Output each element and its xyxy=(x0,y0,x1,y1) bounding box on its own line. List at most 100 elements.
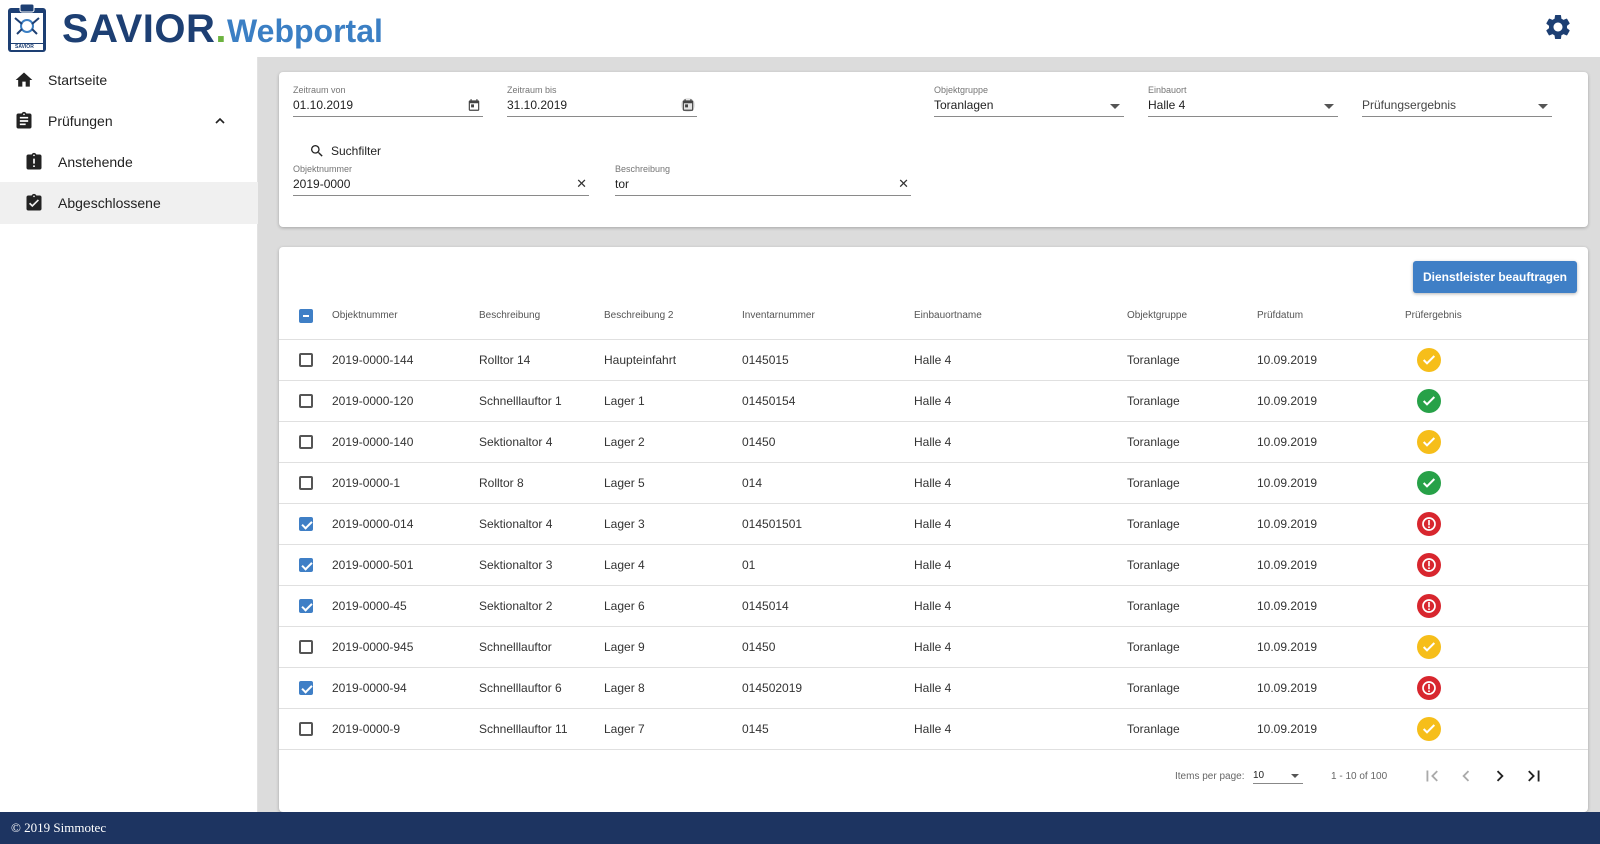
footer: © 2019 Simmotec xyxy=(0,812,1600,844)
row-select-cell xyxy=(279,339,332,381)
objektgruppe-cell: Toranlage xyxy=(1127,462,1257,504)
clear-icon[interactable]: ✕ xyxy=(576,176,587,192)
table-row[interactable]: 2019-0000-144 Rolltor 14 Haupteinfahrt 0145… xyxy=(279,339,1588,381)
select-all-checkbox[interactable] xyxy=(299,308,313,323)
field-label: Einbauort xyxy=(1148,85,1187,95)
sidebar-item-pruefungen[interactable]: Prüfungen xyxy=(0,100,258,142)
sidebar-item-abgeschlossene[interactable]: Abgeschlossene xyxy=(0,182,258,224)
column-header[interactable]: Inventarnummer xyxy=(742,293,914,340)
check-circle-icon xyxy=(1417,347,1441,372)
results-panel: Dienstleister beauftragen Objektnummer B… xyxy=(279,247,1588,812)
dropdown-arrow-icon[interactable] xyxy=(1324,104,1334,109)
einbauort-select[interactable]: Einbauort Halle 4 xyxy=(1148,85,1338,117)
table-row[interactable]: 2019-0000-014 Sektionaltor 4 Lager 3 014501… xyxy=(279,503,1588,545)
dropdown-arrow-icon[interactable] xyxy=(1110,104,1120,109)
table-row[interactable]: 2019-0000-9 Schnelllauftor 11 Lager 7 0145 H… xyxy=(279,708,1588,750)
field-placeholder: Prüfungsergebnis xyxy=(1362,98,1457,112)
gear-icon[interactable] xyxy=(1543,12,1573,42)
objektgruppe-cell: Toranlage xyxy=(1127,708,1257,750)
pruefergebnis-cell xyxy=(1405,339,1588,381)
beschreibung-input[interactable]: Beschreibung tor ✕ xyxy=(615,164,911,196)
row-checkbox[interactable] xyxy=(299,680,313,695)
sidebar-item-label: Anstehende xyxy=(58,154,133,170)
table-row[interactable]: 2019-0000-501 Sektionaltor 3 Lager 4 01 Hall… xyxy=(279,544,1588,586)
objektgruppe-cell: Toranlage xyxy=(1127,667,1257,709)
einbauort-cell: Halle 4 xyxy=(914,708,1127,750)
zeitraum-von-field[interactable]: Zeitraum von 01.10.2019 xyxy=(293,85,483,117)
table-row[interactable]: 2019-0000-1 Rolltor 8 Lager 5 014 Halle 4 Tor… xyxy=(279,462,1588,504)
table-row[interactable]: 2019-0000-120 Schnelllauftor 1 Lager 1 0145… xyxy=(279,380,1588,422)
column-header[interactable]: Einbauortname xyxy=(914,293,1127,340)
objektnummer-input[interactable]: Objektnummer 2019-0000 ✕ xyxy=(293,164,589,196)
beschreibung2-cell: Lager 1 xyxy=(604,380,742,422)
beschreibung-cell: Sektionaltor 4 xyxy=(479,503,604,545)
chevron-up-icon[interactable] xyxy=(212,113,228,129)
row-checkbox[interactable] xyxy=(299,475,313,490)
table-row[interactable]: 2019-0000-945 Schnelllauftor Lager 9 01450 H… xyxy=(279,626,1588,668)
row-checkbox[interactable] xyxy=(299,721,313,736)
pruefdatum-cell: 10.09.2019 xyxy=(1257,626,1405,668)
objektgruppe-cell: Toranlage xyxy=(1127,585,1257,627)
column-header[interactable]: Beschreibung xyxy=(479,293,604,340)
row-select-cell xyxy=(279,421,332,463)
first-page-icon[interactable] xyxy=(1421,765,1443,787)
copyright-text: © 2019 Simmotec xyxy=(11,820,107,835)
previous-page-icon[interactable] xyxy=(1455,765,1477,787)
objektgruppe-select[interactable]: Objektgruppe Toranlagen xyxy=(934,85,1124,117)
items-per-page-select[interactable]: 10 xyxy=(1253,768,1303,784)
sidebar-item-startseite[interactable]: Startseite xyxy=(0,59,258,101)
last-page-icon[interactable] xyxy=(1523,765,1545,787)
beschreibung-cell: Rolltor 14 xyxy=(479,339,604,381)
check-circle-icon xyxy=(1417,388,1441,413)
next-page-icon[interactable] xyxy=(1489,765,1511,787)
brand-subtitle: Webportal xyxy=(227,13,383,49)
row-checkbox[interactable] xyxy=(299,434,313,449)
row-checkbox[interactable] xyxy=(299,352,313,367)
column-header[interactable]: Beschreibung 2 xyxy=(604,293,742,340)
table-row[interactable]: 2019-0000-94 Schnelllauftor 6 Lager 8 01450… xyxy=(279,667,1588,709)
column-header[interactable]: Prüfergebnis xyxy=(1405,293,1588,340)
row-checkbox[interactable] xyxy=(299,598,313,613)
zeitraum-bis-field[interactable]: Zeitraum bis 31.10.2019 xyxy=(507,85,697,117)
alert-circle-icon xyxy=(1417,675,1441,700)
column-header[interactable]: Objektgruppe xyxy=(1127,293,1257,340)
brand-dot: . xyxy=(215,7,228,51)
clipboard-icon xyxy=(14,111,34,131)
field-label: Beschreibung xyxy=(615,164,671,174)
dienstleister-beauftragen-button[interactable]: Dienstleister beauftragen xyxy=(1413,261,1577,293)
beschreibung2-cell: Lager 6 xyxy=(604,585,742,627)
pruefdatum-cell: 10.09.2019 xyxy=(1257,708,1405,750)
pruefungsergebnis-select[interactable]: Prüfungsergebnis xyxy=(1362,85,1552,117)
pruefergebnis-cell xyxy=(1405,421,1588,463)
column-header[interactable]: Objektnummer xyxy=(332,293,479,340)
field-underline xyxy=(1362,116,1552,117)
field-underline xyxy=(934,116,1124,117)
table-row[interactable]: 2019-0000-45 Sektionaltor 2 Lager 6 0145014… xyxy=(279,585,1588,627)
field-label: Zeitraum bis xyxy=(507,85,557,95)
objektnummer-cell: 2019-0000-1 xyxy=(332,462,479,504)
logo-caption: SAVIOR xyxy=(15,44,34,50)
dropdown-arrow-icon[interactable] xyxy=(1538,104,1548,109)
row-select-cell xyxy=(279,544,332,586)
einbauort-cell: Halle 4 xyxy=(914,339,1127,381)
calendar-icon[interactable] xyxy=(681,98,695,112)
field-value: Halle 4 xyxy=(1148,98,1186,112)
beschreibung-cell: Schnelllauftor xyxy=(479,626,604,668)
calendar-icon[interactable] xyxy=(467,98,481,112)
row-checkbox[interactable] xyxy=(299,393,313,408)
row-checkbox[interactable] xyxy=(299,516,313,531)
pruefdatum-cell: 10.09.2019 xyxy=(1257,421,1405,463)
suchfilter-toggle[interactable]: Suchfilter xyxy=(309,143,381,159)
clear-icon[interactable]: ✕ xyxy=(898,176,909,192)
row-select-cell xyxy=(279,503,332,545)
row-checkbox[interactable] xyxy=(299,639,313,654)
pruefdatum-cell: 10.09.2019 xyxy=(1257,585,1405,627)
pruefergebnis-cell xyxy=(1405,667,1588,709)
sidebar-item-anstehende[interactable]: Anstehende xyxy=(0,141,258,183)
table-row[interactable]: 2019-0000-140 Sektionaltor 4 Lager 2 01450 H… xyxy=(279,421,1588,463)
einbauort-cell: Halle 4 xyxy=(914,667,1127,709)
row-checkbox[interactable] xyxy=(299,557,313,572)
app-header: SAVIOR SAVIOR.Webportal xyxy=(0,0,1600,57)
column-header[interactable]: Prüfdatum xyxy=(1257,293,1405,340)
inventarnummer-cell: 01450 xyxy=(742,421,914,463)
